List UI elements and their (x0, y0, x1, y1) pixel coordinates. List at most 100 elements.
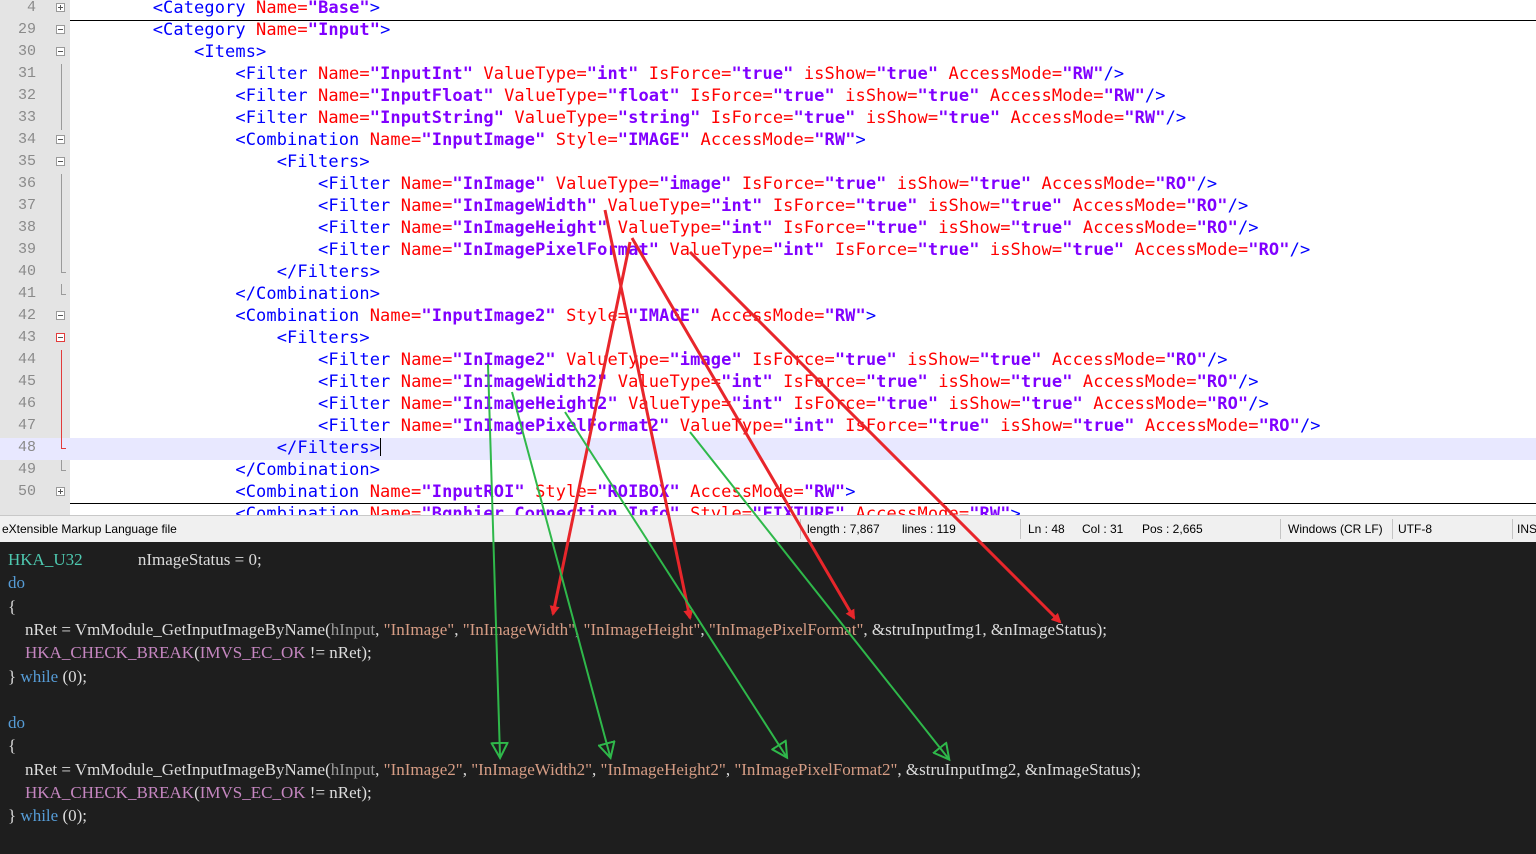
xml-line[interactable]: 29 <Category Name="Input"> (0, 20, 1536, 42)
xml-code-text[interactable]: <Filter Name="InImageWidth" ValueType="i… (70, 196, 1248, 216)
code-token: "InImageHeight" (583, 619, 701, 639)
xml-code-text[interactable]: <Filter Name="InputFloat" ValueType="flo… (70, 86, 1166, 106)
fold-collapse-icon[interactable] (56, 135, 65, 144)
code-line[interactable]: { (8, 736, 16, 756)
xml-code-text[interactable]: <Filter Name="InputString" ValueType="st… (70, 108, 1186, 128)
fold-expand-icon[interactable] (56, 487, 65, 496)
xml-line[interactable]: 46 <Filter Name="InImageHeight2" ValueTy… (0, 394, 1536, 416)
xml-code-text[interactable]: <Combination Name="InputROI" Style="ROIB… (70, 482, 856, 502)
xml-code-text[interactable]: <Combination Name="InputImage2" Style="I… (70, 306, 876, 326)
line-number: 43 (17, 329, 36, 346)
xml-line[interactable]: 32 <Filter Name="InputFloat" ValueType="… (0, 86, 1536, 108)
xml-token: Name= (400, 394, 453, 414)
xml-token: ValueType= (504, 108, 618, 128)
fold-separator-line (70, 503, 1536, 504)
xml-code-text[interactable]: <Filter Name="InImage" ValueType="image"… (70, 174, 1217, 194)
xml-code-text[interactable]: <Filter Name="InImageHeight2" ValueType=… (70, 394, 1269, 414)
xml-code-text[interactable]: </Filters> (70, 262, 380, 282)
xml-code-text[interactable]: <Filter Name="InImageHeight" ValueType="… (70, 218, 1259, 238)
xml-code-text[interactable]: <Filter Name="InImagePixelFormat2" Value… (70, 416, 1321, 436)
xml-line[interactable]: 34 <Combination Name="InputImage" Style=… (0, 130, 1536, 152)
xml-code-text[interactable]: <Filter Name="InputInt" ValueType="int" … (70, 64, 1124, 84)
code-token: , &struInputImg2, &nImageStatus); (897, 759, 1142, 779)
xml-editor[interactable]: 4 <Category Name="Base"> 29 <Category Nam… (0, 0, 1536, 515)
xml-code-text[interactable]: <Filter Name="InImagePixelFormat" ValueT… (70, 240, 1310, 260)
xml-token: ValueType= (493, 86, 608, 106)
code-line[interactable] (8, 690, 12, 710)
xml-line[interactable]: 31 <Filter Name="InputInt" ValueType="in… (0, 64, 1536, 86)
xml-code-text[interactable]: <Category Name="Input"> (70, 20, 391, 40)
code-token: , (454, 619, 463, 639)
xml-line[interactable]: 4 <Category Name="Base"> (0, 0, 1536, 20)
fold-collapse-icon[interactable] (56, 311, 65, 320)
xml-line[interactable]: <Combination Name="Bgnhier Connection In… (0, 504, 1536, 515)
xml-line[interactable]: 35 <Filters> (0, 152, 1536, 174)
xml-code-text[interactable]: <Category Name="Base"> (70, 0, 380, 18)
xml-line[interactable]: 43 <Filters> (0, 328, 1536, 350)
xml-code-text[interactable]: </Combination> (70, 460, 380, 480)
code-line[interactable]: nRet = VmModule_GetInputImageByName(hInp… (8, 760, 1141, 780)
xml-token: "true" (855, 196, 918, 216)
fold-collapse-icon[interactable] (56, 47, 65, 56)
code-line[interactable]: HKA_U32 nImageStatus = 0; (8, 550, 262, 570)
xml-line[interactable]: 33 <Filter Name="InputString" ValueType=… (0, 108, 1536, 130)
status-insert-mode[interactable]: INS (1517, 522, 1536, 536)
xml-line[interactable]: 40 </Filters> (0, 262, 1536, 284)
xml-token: <Items> (194, 42, 267, 62)
code-line[interactable]: do (8, 713, 25, 733)
xml-code-text[interactable]: </Filters> (70, 438, 382, 458)
xml-token: ValueType= (617, 394, 732, 414)
xml-line[interactable]: 36 <Filter Name="InImage" ValueType="ima… (0, 174, 1536, 196)
code-line[interactable]: } while (0); (8, 806, 87, 826)
code-token: "InImageWidth2" (471, 759, 593, 779)
fold-collapse-icon[interactable] (56, 25, 65, 34)
xml-line[interactable]: 41 </Combination> (0, 284, 1536, 306)
code-line[interactable]: do (8, 573, 25, 593)
xml-token: AccessMode= (1062, 196, 1187, 216)
xml-token: /> (1248, 394, 1269, 414)
xml-token: Name= (256, 0, 308, 18)
xml-token: /> (1144, 86, 1166, 106)
xml-code-text[interactable]: <Filter Name="InImageWidth2" ValueType="… (70, 372, 1259, 392)
code-line[interactable]: HKA_CHECK_BREAK(IMVS_EC_OK != nRet); (8, 643, 372, 663)
xml-line[interactable]: 49 </Combination> (0, 460, 1536, 482)
xml-code-text[interactable]: <Filter Name="InImage2" ValueType="image… (70, 350, 1228, 370)
xml-token: Name= (369, 130, 422, 150)
code-line[interactable]: nRet = VmModule_GetInputImageByName(hInp… (8, 620, 1107, 640)
xml-line[interactable]: 47 <Filter Name="InImagePixelFormat2" Va… (0, 416, 1536, 438)
code-line[interactable]: HKA_CHECK_BREAK(IMVS_EC_OK != nRet); (8, 783, 372, 803)
c-code-editor[interactable]: HKA_U32 nImageStatus = 0; do { nRet = VmMo… (0, 542, 1536, 854)
fold-expand-icon[interactable] (56, 3, 65, 12)
xml-code-text[interactable]: <Combination Name="InputImage" Style="IM… (70, 130, 866, 150)
code-line[interactable]: } while (0); (8, 667, 87, 687)
xml-code-text[interactable]: <Combination Name="Bgnhier Connection In… (70, 504, 1021, 515)
code-line[interactable]: { (8, 597, 16, 617)
xml-line[interactable]: 42 <Combination Name="InputImage2" Style… (0, 306, 1536, 328)
fold-collapse-icon[interactable] (56, 333, 65, 342)
xml-code-text[interactable]: </Combination> (70, 284, 380, 304)
code-token: (0); (58, 666, 87, 686)
xml-token: Name= (400, 196, 453, 216)
xml-line-current[interactable]: 48 </Filters> (0, 438, 1536, 460)
xml-line[interactable]: 50 <Combination Name="InputROI" Style="R… (0, 482, 1536, 504)
xml-line[interactable]: 38 <Filter Name="InImageHeight" ValueTyp… (0, 218, 1536, 240)
xml-line[interactable]: 44 <Filter Name="InImage2" ValueType="im… (0, 350, 1536, 372)
fold-collapse-icon[interactable] (56, 157, 65, 166)
xml-token: /> (1227, 196, 1249, 216)
xml-code-text[interactable]: <Filters> (70, 152, 370, 172)
xml-line[interactable]: 45 <Filter Name="InImageWidth2" ValueTyp… (0, 372, 1536, 394)
status-eol[interactable]: Windows (CR LF) (1288, 522, 1383, 536)
xml-token: "true" (917, 86, 980, 106)
xml-line[interactable]: 37 <Filter Name="InImageWidth" ValueType… (0, 196, 1536, 218)
xml-line[interactable]: 30 <Items> (0, 42, 1536, 64)
xml-token: Name= (400, 218, 453, 238)
xml-line[interactable]: 39 <Filter Name="InImagePixelFormat" Val… (0, 240, 1536, 262)
status-encoding[interactable]: UTF-8 (1398, 522, 1432, 536)
line-number: 40 (17, 263, 36, 280)
line-number: 34 (17, 131, 36, 148)
xml-token: IsForce= (762, 196, 856, 216)
xml-code-text[interactable]: <Items> (70, 42, 266, 62)
xml-token: Name= (369, 504, 422, 515)
xml-code-text[interactable]: <Filters> (70, 328, 370, 348)
